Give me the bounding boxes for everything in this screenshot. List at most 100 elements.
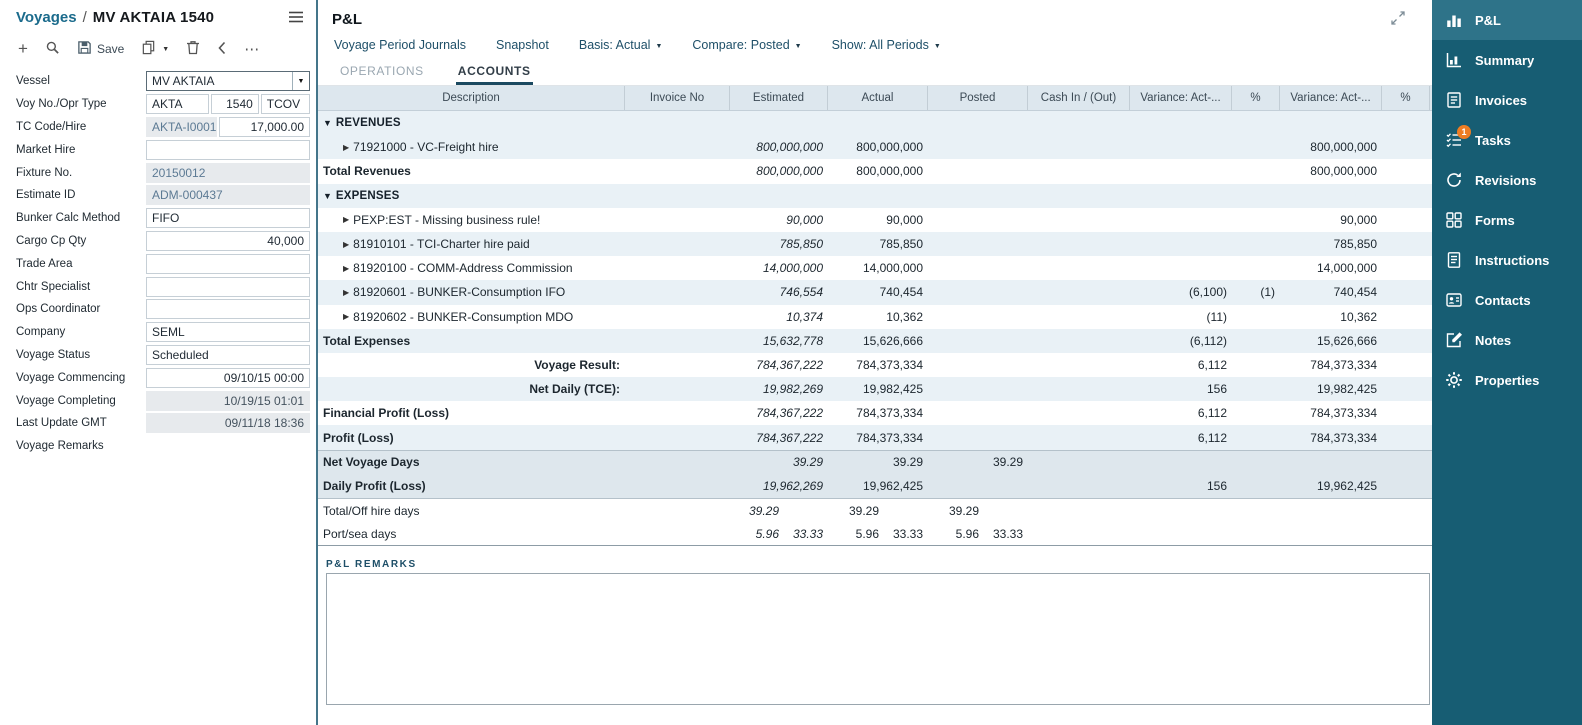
table-row[interactable]: ▶81920602 - BUNKER-Consumption MDO10,374…: [318, 305, 1432, 329]
table-row[interactable]: ▼EXPENSES: [318, 184, 1432, 208]
triangle-right-icon[interactable]: ▶: [343, 240, 349, 249]
toolbar-label: Voyage Period Journals: [334, 38, 466, 52]
field-value[interactable]: 09/10/15 00:00: [146, 368, 310, 388]
cell-act: 784,373,334: [828, 353, 928, 377]
row-label: Total Expenses: [323, 334, 410, 348]
field-value[interactable]: FIFO: [146, 208, 310, 228]
pnl-remarks-input[interactable]: [326, 573, 1430, 705]
row-label: Net Voyage Days: [323, 455, 420, 469]
table-row[interactable]: ▶71921000 - VC-Freight hire800,000,00080…: [318, 135, 1432, 159]
nav-properties[interactable]: Properties: [1432, 360, 1582, 400]
triangle-down-icon[interactable]: ▼: [323, 118, 332, 128]
field-value[interactable]: 40,000: [146, 231, 310, 251]
field-value[interactable]: [146, 254, 310, 274]
cell-invoice-no: [625, 305, 730, 329]
field-value[interactable]: TCOV: [261, 94, 310, 114]
vessel-combobox[interactable]: MV AKTAIA▼: [146, 71, 310, 91]
add-button[interactable]: +: [18, 43, 28, 55]
table-row[interactable]: ▶81910101 - TCI-Charter hire paid785,850…: [318, 232, 1432, 256]
column-header[interactable]: Estimated: [730, 86, 828, 110]
delete-button[interactable]: [186, 40, 200, 58]
table-row[interactable]: ▼REVENUES: [318, 111, 1432, 135]
breadcrumb-voyages-link[interactable]: Voyages: [16, 9, 77, 26]
table-row: Total Expenses15,632,77815,626,666(6,112…: [318, 329, 1432, 353]
toolbar-compare-posted[interactable]: Compare: Posted▼: [692, 38, 801, 52]
column-header[interactable]: Invoice No: [625, 86, 730, 110]
collapse-icon[interactable]: [1390, 10, 1406, 29]
triangle-right-icon[interactable]: ▶: [343, 312, 349, 321]
cell-cash: [1028, 474, 1130, 498]
cell-cash: [1028, 425, 1130, 449]
column-header[interactable]: Posted: [928, 86, 1028, 110]
chevron-down-icon[interactable]: ▼: [292, 72, 309, 90]
field-value[interactable]: Scheduled: [146, 345, 310, 365]
cell-var2: 784,373,334: [1280, 401, 1382, 425]
cell-post: [928, 425, 1028, 449]
triangle-right-icon[interactable]: ▶: [343, 288, 349, 297]
sub-value: 33.33: [979, 527, 1023, 541]
cell-empty: [1028, 111, 1130, 135]
toolbar-show-all-periods[interactable]: Show: All Periods▼: [832, 38, 941, 52]
table-row[interactable]: ▶PEXP:EST - Missing business rule!90,000…: [318, 208, 1432, 232]
toolbar-basis-actual[interactable]: Basis: Actual▼: [579, 38, 663, 52]
nav-label: Tasks: [1475, 133, 1511, 148]
search-button[interactable]: [45, 40, 60, 58]
column-header[interactable]: Description: [318, 86, 625, 110]
field-value[interactable]: 20150012: [146, 163, 310, 183]
nav-contacts[interactable]: Contacts: [1432, 280, 1582, 320]
triangle-right-icon[interactable]: ▶: [343, 143, 349, 152]
nav-label: Revisions: [1475, 173, 1536, 188]
copy-button[interactable]: ▼: [141, 40, 169, 58]
cell-var2: 800,000,000: [1280, 159, 1382, 183]
toolbar-label: Compare: Posted: [692, 38, 789, 52]
triangle-down-icon[interactable]: ▼: [323, 191, 332, 201]
tab-operations[interactable]: OPERATIONS: [338, 59, 426, 85]
table-row[interactable]: ▶81920100 - COMM-Address Commission14,00…: [318, 256, 1432, 280]
cell-act: 784,373,334: [828, 401, 928, 425]
field-value[interactable]: [146, 299, 310, 319]
tab-accounts[interactable]: ACCOUNTS: [456, 59, 533, 85]
field-value[interactable]: 1540: [211, 94, 258, 114]
field-value[interactable]: 17,000.00: [219, 117, 310, 137]
toolbar-snapshot[interactable]: Snapshot: [496, 38, 549, 52]
column-header[interactable]: Actual: [828, 86, 928, 110]
back-button[interactable]: [217, 41, 227, 58]
nav-tasks[interactable]: 1Tasks: [1432, 120, 1582, 160]
cell-empty: [1130, 522, 1232, 545]
column-header[interactable]: Cash In / (Out): [1028, 86, 1130, 110]
nav-label: Summary: [1475, 53, 1534, 68]
cell-var2: 14,000,000: [1280, 256, 1382, 280]
field-value[interactable]: [146, 140, 310, 160]
field-label: Chtr Specialist: [8, 281, 146, 293]
save-button[interactable]: Save: [77, 40, 124, 58]
nav-p-l[interactable]: P&L: [1432, 0, 1582, 40]
field-value[interactable]: 09/11/18 18:36: [146, 413, 310, 433]
search-icon: [45, 40, 60, 58]
nav-summary[interactable]: Summary: [1432, 40, 1582, 80]
column-header[interactable]: Variance: Act-...: [1130, 86, 1232, 110]
field-value[interactable]: AKTA: [146, 94, 209, 114]
triangle-right-icon[interactable]: ▶: [343, 215, 349, 224]
menu-icon[interactable]: [288, 8, 304, 27]
column-header[interactable]: %: [1232, 86, 1280, 110]
nav-instructions[interactable]: Instructions: [1432, 240, 1582, 280]
triangle-right-icon[interactable]: ▶: [343, 264, 349, 273]
nav-revisions[interactable]: Revisions: [1432, 160, 1582, 200]
row-label: 81920601 - BUNKER-Consumption IFO: [353, 285, 565, 299]
cell-act_pair: 39.29: [828, 499, 928, 522]
nav-invoices[interactable]: Invoices: [1432, 80, 1582, 120]
field-value[interactable]: [146, 277, 310, 297]
more-button[interactable]: ⋯: [244, 40, 259, 58]
column-header[interactable]: Variance: Act-...: [1280, 86, 1382, 110]
column-header[interactable]: %: [1382, 86, 1430, 110]
field-value[interactable]: 10/19/15 01:01: [146, 391, 310, 411]
field-value[interactable]: AKTA-I0001: [146, 117, 217, 137]
nav-notes[interactable]: Notes: [1432, 320, 1582, 360]
table-row[interactable]: ▶81920601 - BUNKER-Consumption IFO746,55…: [318, 280, 1432, 304]
toolbar-voyage-period-journals[interactable]: Voyage Period Journals: [334, 38, 466, 52]
field-value[interactable]: SEML: [146, 322, 310, 342]
field-label: Cargo Cp Qty: [8, 235, 146, 247]
field-value[interactable]: ADM-000437: [146, 185, 310, 205]
table-row: Net Daily (TCE):19,982,26919,982,4251561…: [318, 377, 1432, 401]
nav-forms[interactable]: Forms: [1432, 200, 1582, 240]
